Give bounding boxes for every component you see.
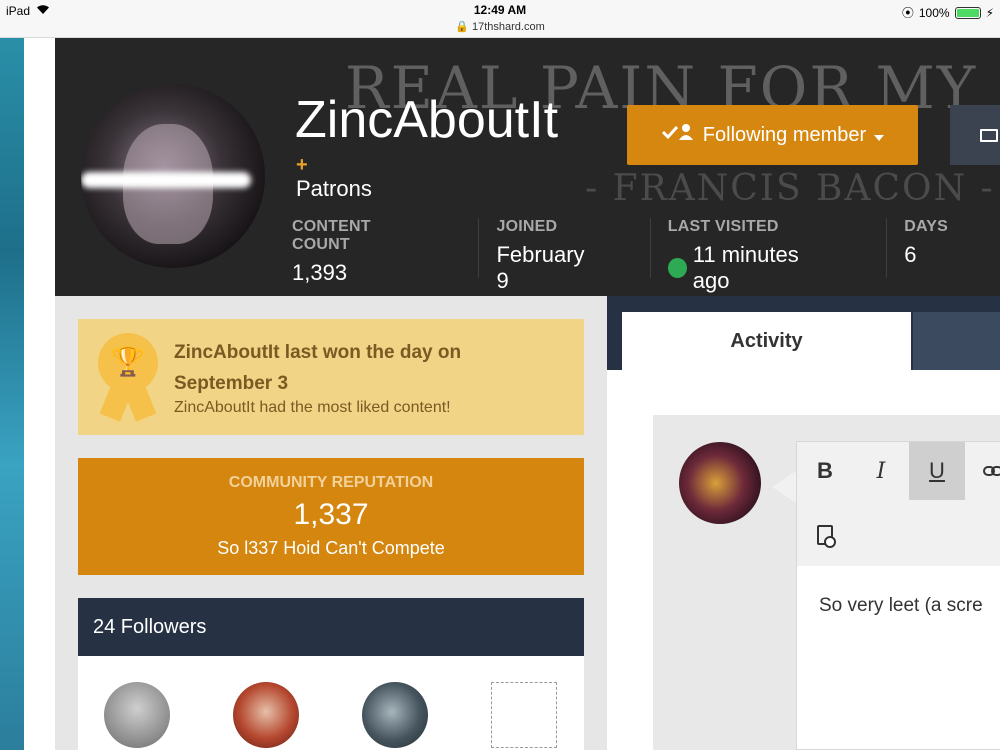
stat-value: February 9 <box>496 242 597 294</box>
patron-plus-badge: + <box>296 154 308 176</box>
stat-last-visited: Last Visited 11 minutes ago <box>649 218 886 293</box>
reputation-label: Community Reputation <box>228 474 434 491</box>
profile-tabs: Activity <box>607 296 1000 370</box>
profile-stats: Content Count 1,393 Joined February 9 La… <box>292 218 1000 293</box>
envelope-icon <box>980 129 998 142</box>
reputation-value: 1,337 <box>293 498 369 531</box>
stat-value: 11 minutes ago <box>667 242 834 294</box>
left-gutter-background <box>0 38 24 750</box>
stat-value: 1,393 <box>292 260 426 286</box>
reputation-panel: Community Reputation 1,337 So l337 Hoid … <box>78 458 584 575</box>
caret-down-icon <box>874 124 885 147</box>
day-winner-title: ZincAboutIt last won the day on Septembe… <box>174 342 462 394</box>
bold-button[interactable]: B <box>797 442 853 500</box>
composer-avatar[interactable] <box>679 442 761 524</box>
followers-title[interactable]: 24 Followers <box>78 598 584 656</box>
status-time: 12:49 AM <box>473 3 527 17</box>
follower-avatar[interactable] <box>491 682 557 748</box>
editor-pointer <box>772 471 796 503</box>
stat-value-text: 6 <box>904 242 917 267</box>
preview-button[interactable] <box>797 506 853 564</box>
status-bar: iPad 12:49 AM 🔒 17thshard.com ⦿ 100% ⚡ <box>0 0 1000 38</box>
stat-value-text: 1,393 <box>292 260 348 285</box>
stat-label: Last Visited <box>667 218 779 235</box>
stat-joined: Joined February 9 <box>478 218 649 293</box>
tab-activity[interactable]: Activity <box>622 312 911 370</box>
status-right: ⦿ 100% ⚡ <box>902 4 994 21</box>
italic-button[interactable]: I <box>853 442 909 500</box>
stat-label: Joined <box>496 218 558 235</box>
stat-days: Days 6 <box>886 218 1000 278</box>
status-composer: B I U So very leet (a scre <box>653 415 1000 750</box>
battery-icon <box>954 6 981 19</box>
following-member-button[interactable]: Following member <box>627 105 918 165</box>
award-ribbon-icon: 🏆 <box>96 333 160 422</box>
stat-value-text: February 9 <box>496 242 585 293</box>
lock-icon: 🔒 <box>455 21 469 33</box>
address-url: 17thshard.com <box>472 21 545 33</box>
profile-username: ZincAboutIt <box>295 91 559 149</box>
day-winner-panel: 🏆 ZincAboutIt last won the day on Septem… <box>78 319 584 435</box>
stat-value: 6 <box>904 242 948 268</box>
stat-label: Days <box>904 218 948 235</box>
online-status-icon <box>667 258 687 278</box>
reputation-description: So l337 Hoid Can't Compete <box>217 538 445 558</box>
link-button[interactable] <box>965 442 1000 500</box>
member-group: Patrons <box>296 176 372 201</box>
follower-avatar[interactable] <box>104 682 170 748</box>
rotation-lock-icon: ⦿ <box>901 6 914 20</box>
trophy-icon: 🏆 <box>110 346 146 377</box>
page-margin <box>24 38 55 750</box>
following-member-label: Following member <box>702 123 867 146</box>
followers-panel: 24 Followers <box>78 598 584 750</box>
follower-avatar[interactable] <box>233 682 299 748</box>
follower-list <box>78 656 584 748</box>
editor-content[interactable]: So very leet (a scre <box>819 595 1000 617</box>
rich-text-editor[interactable]: B I U So very leet (a scre <box>796 441 1000 750</box>
stat-label: Content Count <box>292 218 371 253</box>
preview-icon <box>817 525 836 548</box>
check-user-icon <box>661 123 695 147</box>
cover-photo-subtext: - FRANCIS BACON - <box>585 168 995 209</box>
message-button[interactable] <box>950 105 1000 165</box>
underline-button[interactable]: U <box>909 442 965 500</box>
tab-next[interactable] <box>913 312 1000 370</box>
stat-content-count: Content Count 1,393 <box>292 218 478 285</box>
charging-icon: ⚡ <box>985 5 994 20</box>
battery-percent: 100% <box>918 5 950 20</box>
editor-toolbar: B I U <box>797 442 1000 566</box>
link-icon <box>983 461 1000 482</box>
day-winner-subtitle: ZincAboutIt had the most liked content! <box>174 399 451 416</box>
profile-header: REAL PAIN FOR MY SHAM F - FRANCIS BACON … <box>55 38 1000 296</box>
profile-main: Activity B I U So very leet (a scre <box>607 296 1000 750</box>
profile-avatar[interactable] <box>81 84 265 268</box>
follower-avatar[interactable] <box>362 682 428 748</box>
address-bar[interactable]: 🔒 17thshard.com <box>0 20 1000 33</box>
avatar-light-bar <box>81 172 251 188</box>
profile-sidebar: 🏆 ZincAboutIt last won the day on Septem… <box>55 296 607 750</box>
stat-value-text: 11 minutes ago <box>692 242 799 293</box>
